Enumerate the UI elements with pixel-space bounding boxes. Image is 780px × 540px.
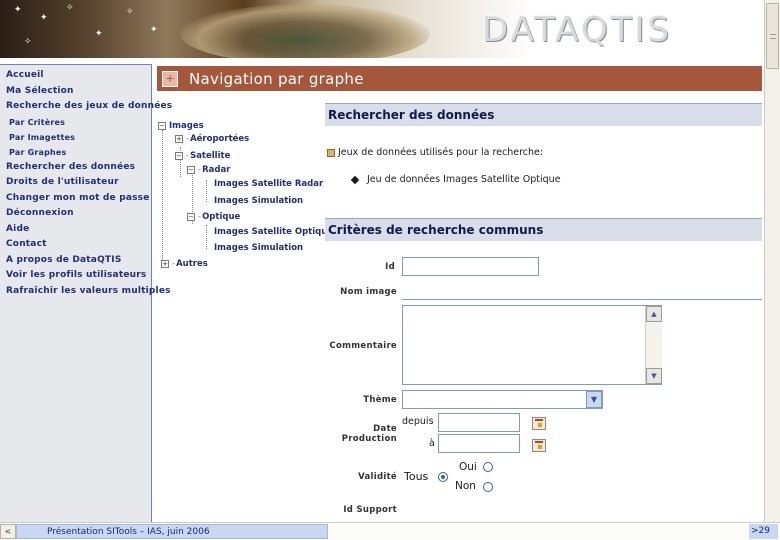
footer: < Présentation SITools – IAS, juin 2006 … [0, 522, 780, 540]
date-from-input[interactable] [438, 413, 520, 432]
tree-node-autres[interactable]: + - Autres [161, 258, 208, 270]
sidebar: Accueil Ma Sélection Recherche des jeux … [0, 64, 172, 522]
page-title-bar: + Navigation par graphe [157, 66, 762, 91]
theme-select[interactable] [402, 390, 603, 409]
tree-node-optique[interactable]: − - Optique [187, 211, 240, 223]
depuis-label: depuis [402, 416, 434, 427]
date-to-input[interactable] [438, 434, 520, 453]
collapse-toggle-icon[interactable]: − [175, 152, 183, 160]
sidebar-item-ma-selection[interactable]: Ma Sélection [0, 84, 151, 100]
sidebar-item-a-propos[interactable]: A propos de DataQTIS [0, 253, 151, 269]
page-vertical-scrollbar[interactable] [764, 0, 780, 522]
tree-leaf-optique-simulation[interactable]: Images Simulation [214, 242, 303, 254]
page-title: Navigation par graphe [189, 69, 364, 88]
sidebar-item-par-criteres[interactable]: Par Critères [0, 115, 151, 130]
header-banner: ✦ ✦ ✧ ✦ ✧ ✦ ✧ DATAQTIS [0, 0, 764, 58]
banner-planet-image [180, 4, 430, 58]
sidebar-item-profils[interactable]: Voir les profils utilisateurs [0, 268, 151, 284]
non-label: Non [455, 480, 476, 492]
scroll-left-button[interactable]: < [0, 524, 16, 539]
collapse-toggle-icon[interactable]: − [187, 213, 195, 221]
a-label: à [429, 438, 435, 449]
id-support-label: Id Support [343, 505, 397, 515]
scroll-up-icon[interactable]: ▲ [646, 306, 662, 322]
id-input[interactable] [402, 257, 539, 276]
tree-node-aeroportees[interactable]: + - Aéroportées [175, 133, 249, 145]
sidebar-item-deconnexion[interactable]: Déconnexion [0, 206, 151, 222]
bullet-icon [350, 175, 360, 184]
footer-caption: Présentation SITools – IAS, juin 2006 [47, 527, 210, 537]
tree-leaf-radar-satellite[interactable]: Images Satellite Radar [214, 178, 323, 190]
oui-radio[interactable] [483, 462, 493, 472]
commentaire-label: Commentaire [329, 341, 397, 351]
sidebar-item-par-imagettes[interactable]: Par Imagettes [0, 130, 151, 145]
tree-connector [162, 130, 163, 266]
commentaire-scrollbar[interactable]: ▲ ▼ [645, 306, 662, 384]
expand-toggle-icon[interactable]: + [175, 135, 183, 143]
tree-connector [206, 180, 207, 202]
sidebar-item-recherche-jeux[interactable]: Recherche des jeux de données [0, 99, 172, 115]
folder-icon [327, 148, 335, 157]
sidebar-item-rechercher-donnees[interactable]: Rechercher des données [0, 160, 151, 176]
app-logo: DATAQTIS [482, 10, 673, 50]
sidebar-item-par-graphes[interactable]: Par Graphes [0, 145, 151, 160]
date-production-label: Date Production [341, 424, 397, 444]
validite-label: Validité [358, 472, 397, 482]
criteria-section-heading: Critères de recherche communs [325, 219, 762, 241]
collapse-toggle-icon[interactable]: − [158, 122, 166, 130]
commentaire-textarea[interactable] [402, 305, 662, 385]
sidebar-item-aide[interactable]: Aide [0, 222, 151, 238]
tous-label: Tous [404, 470, 429, 483]
non-radio[interactable] [483, 482, 493, 492]
tree-connector [206, 225, 207, 249]
nom-image-label: Nom image [340, 287, 397, 297]
expand-box-icon: + [162, 70, 178, 87]
page-number: >29 [749, 524, 778, 539]
sidebar-item-rafraichir[interactable]: Rafraîchir les valeurs multiples [0, 284, 171, 300]
nom-image-input[interactable] [402, 283, 762, 300]
calendar-icon[interactable] [532, 439, 546, 452]
tree-leaf-radar-simulation[interactable]: Images Simulation [214, 195, 303, 207]
chevron-down-icon[interactable]: ▼ [586, 391, 602, 408]
tree-node-satellite[interactable]: − - Satellite [175, 150, 230, 162]
scrollbar-thumb[interactable] [766, 3, 779, 69]
calendar-icon[interactable] [532, 417, 546, 430]
tous-radio[interactable] [438, 472, 448, 482]
collapse-toggle-icon[interactable]: − [187, 166, 195, 174]
sidebar-item-mot-de-passe[interactable]: Changer mon mot de passe [0, 191, 151, 207]
tree-leaf-optique-satellite[interactable]: Images Satellite Optique [214, 226, 334, 238]
sidebar-item-contact[interactable]: Contact [0, 237, 151, 253]
search-section-heading: Rechercher des données [325, 104, 762, 126]
scroll-down-icon[interactable]: ▼ [646, 368, 662, 384]
sidebar-item-droits[interactable]: Droits de l'utilisateur [0, 175, 151, 191]
dataset-list-item: Jeu de données Images Satellite Optique [350, 174, 561, 185]
id-label: Id [385, 262, 395, 272]
expand-toggle-icon[interactable]: + [161, 260, 169, 268]
tree-node-images[interactable]: − Images [158, 120, 204, 132]
datasets-label: Jeux de données utilisés pour la recherc… [327, 147, 543, 158]
sidebar-item-accueil[interactable]: Accueil [0, 68, 151, 84]
theme-label: Thème [363, 395, 397, 405]
tree-node-radar[interactable]: − - Radar [187, 164, 230, 176]
oui-label: Oui [459, 461, 477, 473]
